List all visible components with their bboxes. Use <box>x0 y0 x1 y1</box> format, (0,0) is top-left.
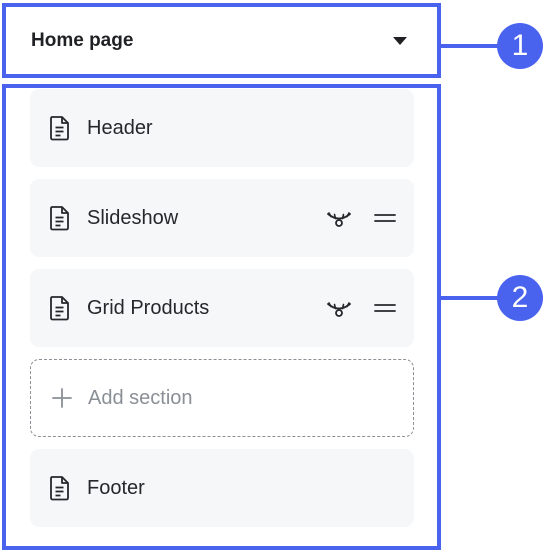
section-label: Slideshow <box>87 206 179 229</box>
section-label: Footer <box>87 476 145 499</box>
section-item-header[interactable]: Header <box>30 89 414 167</box>
document-icon <box>50 296 69 321</box>
drag-handle-icon[interactable] <box>374 212 396 224</box>
section-item-slideshow[interactable]: Slideshow <box>30 179 414 257</box>
document-icon <box>50 206 69 231</box>
plus-icon <box>52 388 72 408</box>
drag-handle-icon[interactable] <box>374 302 396 314</box>
section-item-footer[interactable]: Footer <box>30 449 414 527</box>
add-section-label: Add section <box>88 386 193 409</box>
eye-closed-icon[interactable] <box>326 298 352 318</box>
eye-closed-icon[interactable] <box>326 208 352 228</box>
annotation-marker-1: 1 <box>497 23 543 69</box>
page-selector-dropdown[interactable]: Home page <box>6 7 437 74</box>
caret-down-icon <box>393 36 407 45</box>
section-label: Grid Products <box>87 296 210 319</box>
section-item-grid-products[interactable]: Grid Products <box>30 269 414 347</box>
document-icon <box>50 476 69 501</box>
document-icon <box>50 116 69 141</box>
annotation-connector-1 <box>441 44 499 48</box>
add-section-button[interactable]: Add section <box>30 359 414 437</box>
annotation-connector-2 <box>441 296 499 300</box>
page-selector-label: Home page <box>31 29 134 51</box>
annotation-marker-2: 2 <box>497 275 543 321</box>
section-label: Header <box>87 116 153 139</box>
